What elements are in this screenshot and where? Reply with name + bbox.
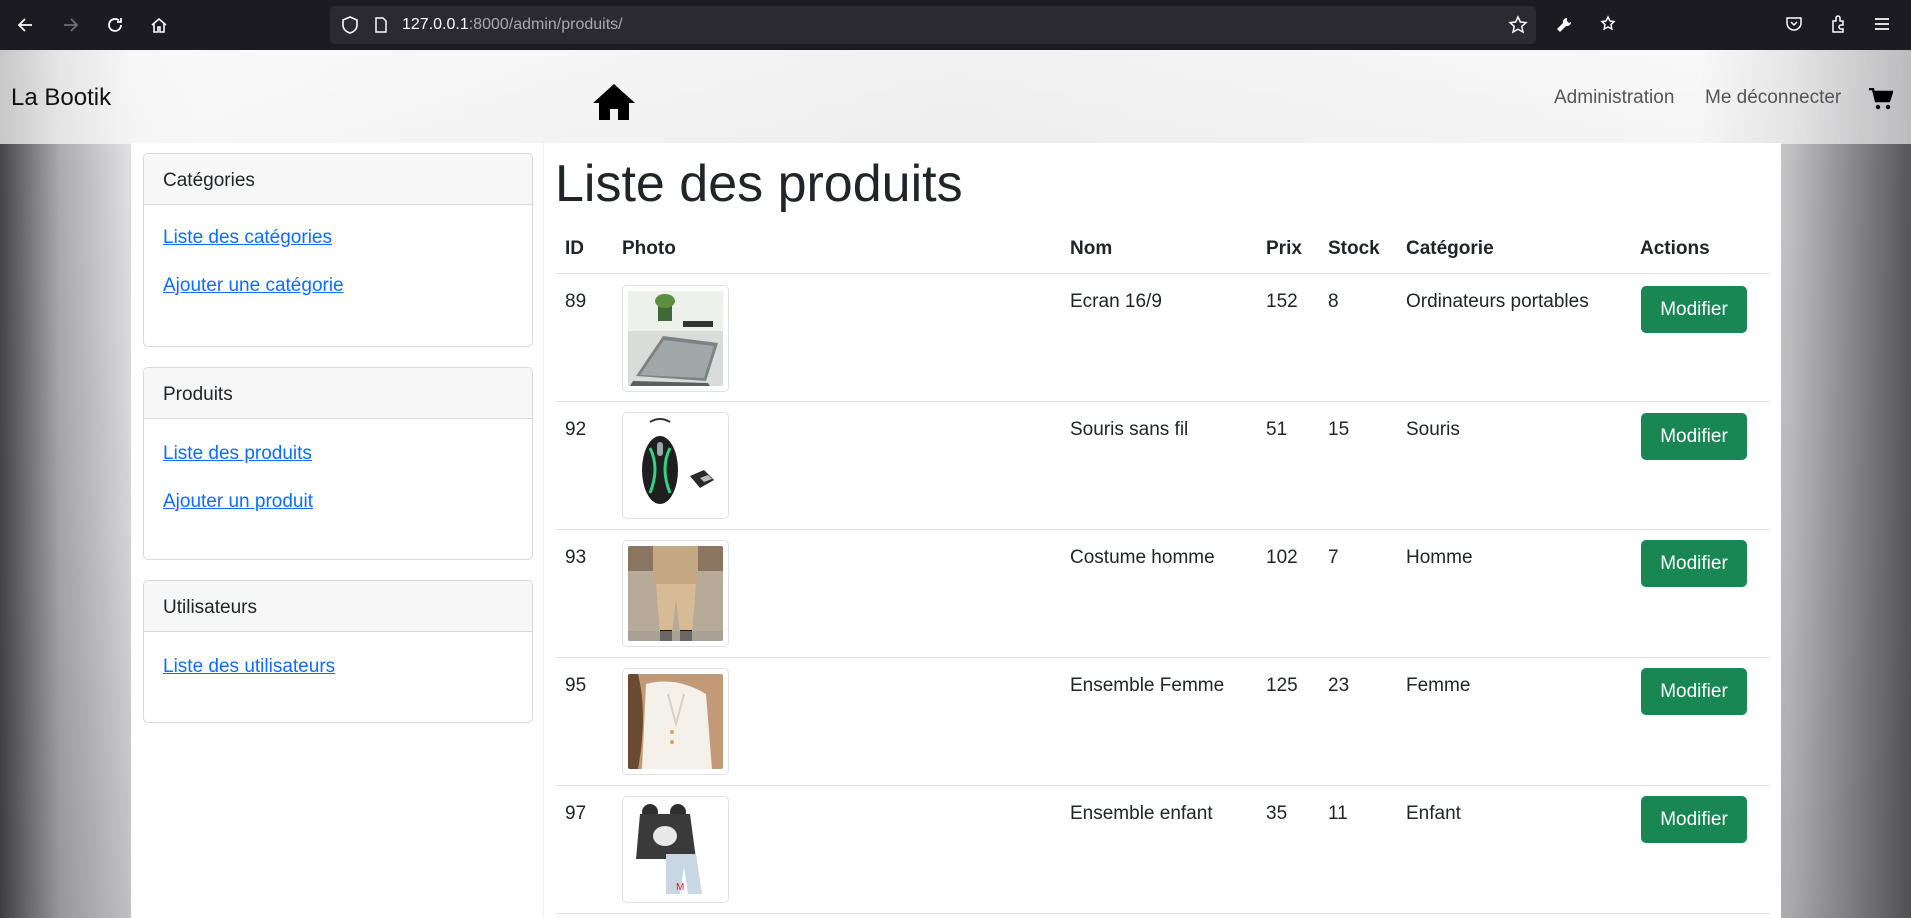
cell-price: 35 [1266, 803, 1288, 824]
page-icon[interactable] [372, 16, 390, 34]
product-thumbnail [622, 412, 729, 519]
link-list-users[interactable]: Liste des utilisateurs [163, 656, 532, 678]
arrow-left-icon [17, 18, 32, 32]
url-path: :8000/admin/produits/ [468, 16, 623, 33]
product-thumbnail [622, 285, 729, 392]
womens-outfit-photo [628, 674, 723, 769]
cell-category: Homme [1406, 547, 1473, 568]
cell-name: Ecran 16/9 [1070, 291, 1162, 312]
cell-name: Ensemble Femme [1070, 675, 1225, 696]
url-host: 127.0.0.1 [402, 16, 469, 33]
menu-icon[interactable] [1872, 14, 1892, 34]
cell-category: Souris [1406, 419, 1460, 440]
cell-price: 125 [1266, 675, 1298, 696]
cell-stock: 8 [1328, 291, 1339, 312]
column-header-id: ID [565, 238, 584, 259]
card-title: Catégories [144, 154, 532, 205]
cell-price: 51 [1266, 419, 1288, 440]
mens-suit-photo [628, 546, 723, 641]
table-divider [555, 401, 1770, 402]
table-divider [555, 529, 1770, 530]
cell-id: 97 [565, 803, 587, 824]
product-thumbnail [622, 668, 729, 775]
column-header-category: Catégorie [1406, 238, 1494, 259]
bookmark-star-icon[interactable] [1508, 15, 1528, 35]
cell-id: 92 [565, 419, 587, 440]
address-bar[interactable]: 127.0.0.1:8000/admin/produits/ [330, 6, 1536, 44]
table-divider [555, 273, 1770, 274]
link-add-product[interactable]: Ajouter un produit [163, 491, 532, 513]
extension-star-icon[interactable] [1598, 14, 1618, 34]
kids-outfit-photo: M [628, 802, 723, 897]
modify-button[interactable]: Modifier [1641, 286, 1747, 333]
card-body: Liste des produits Ajouter un produit [144, 443, 532, 513]
link-add-category[interactable]: Ajouter une catégorie [163, 275, 532, 297]
card-title: Produits [144, 368, 532, 419]
column-header-name: Nom [1070, 238, 1113, 259]
cell-id: 93 [565, 547, 587, 568]
modify-button[interactable]: Modifier [1641, 796, 1747, 843]
cell-price: 102 [1266, 547, 1298, 568]
reload-button[interactable] [93, 0, 137, 50]
modify-button[interactable]: Modifier [1641, 413, 1747, 460]
pocket-icon[interactable] [1784, 14, 1804, 34]
cell-category: Ordinateurs portables [1406, 291, 1589, 312]
home-button[interactable] [137, 0, 181, 50]
cell-name: Costume homme [1070, 547, 1215, 568]
cell-stock: 7 [1328, 547, 1339, 568]
table-divider [555, 657, 1770, 658]
wrench-icon[interactable] [1554, 15, 1574, 35]
mouse-photo [628, 418, 723, 513]
cell-stock: 23 [1328, 675, 1350, 696]
divider [543, 143, 544, 918]
table-divider [555, 785, 1770, 786]
column-header-photo: Photo [622, 238, 676, 259]
column-header-price: Prix [1266, 238, 1302, 259]
sidebar-card-categories: Catégories Liste des catégories Ajouter … [143, 153, 533, 347]
product-thumbnail: M [622, 796, 729, 903]
forward-button[interactable] [48, 0, 92, 50]
cell-category: Enfant [1406, 803, 1461, 824]
cell-category: Femme [1406, 675, 1471, 696]
brand-link[interactable]: La Bootik [11, 84, 111, 112]
page-title: Liste des produits [555, 155, 963, 213]
url-text: 127.0.0.1:8000/admin/produits/ [402, 16, 623, 34]
table-divider [555, 913, 1770, 914]
cart-icon[interactable] [1869, 88, 1893, 110]
laptop-photo [628, 291, 723, 386]
home-outline-icon [151, 17, 167, 33]
svg-text:M: M [676, 882, 684, 893]
sidebar-card-products: Produits Liste des produits Ajouter un p… [143, 367, 533, 560]
cell-id: 95 [565, 675, 587, 696]
card-body: Liste des utilisateurs [144, 656, 532, 678]
extensions-icon[interactable] [1828, 14, 1848, 34]
sidebar-card-users: Utilisateurs Liste des utilisateurs [143, 580, 533, 723]
shield-icon[interactable] [340, 15, 360, 35]
home-icon[interactable] [592, 82, 636, 122]
link-list-categories[interactable]: Liste des catégories [163, 227, 532, 249]
cell-stock: 15 [1328, 419, 1350, 440]
browser-toolbar: 127.0.0.1:8000/admin/produits/ [0, 0, 1911, 50]
nav-logout[interactable]: Me déconnecter [1705, 87, 1841, 109]
link-list-products[interactable]: Liste des produits [163, 443, 532, 465]
cell-price: 152 [1266, 291, 1298, 312]
arrow-right-icon [64, 18, 79, 32]
cell-id: 89 [565, 291, 587, 312]
column-header-stock: Stock [1328, 238, 1380, 259]
card-body: Liste des catégories Ajouter une catégor… [144, 227, 532, 297]
product-thumbnail [622, 540, 729, 647]
reload-icon [108, 18, 122, 32]
column-header-actions: Actions [1640, 238, 1710, 259]
cell-stock: 11 [1328, 803, 1348, 824]
modify-button[interactable]: Modifier [1641, 540, 1747, 587]
modify-button[interactable]: Modifier [1641, 668, 1747, 715]
cell-name: Ensemble enfant [1070, 803, 1213, 824]
nav-administration[interactable]: Administration [1554, 87, 1674, 109]
cell-name: Souris sans fil [1070, 419, 1189, 440]
back-button[interactable] [4, 0, 48, 50]
card-title: Utilisateurs [144, 581, 532, 632]
